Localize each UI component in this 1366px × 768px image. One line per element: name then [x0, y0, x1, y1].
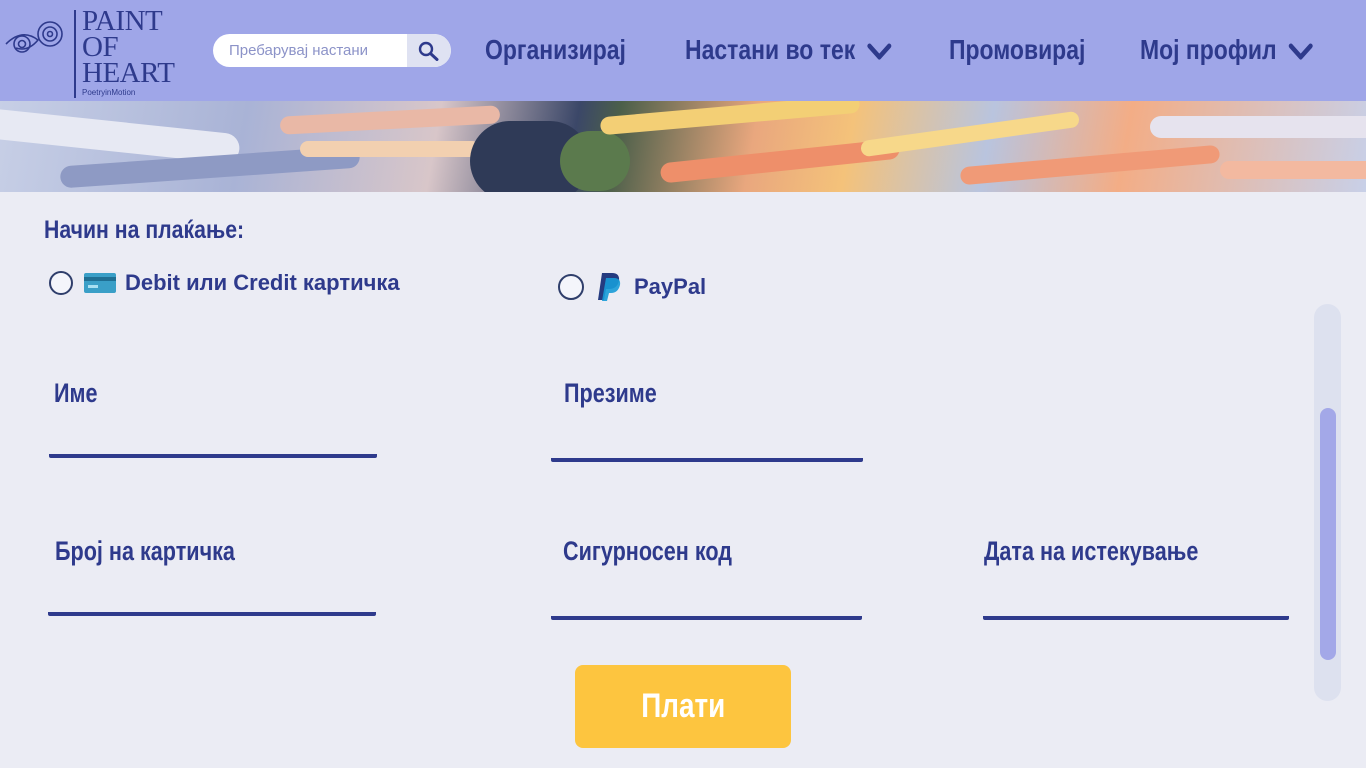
payment-option-paypal[interactable]: PayPal: [558, 272, 706, 302]
radio-paypal[interactable]: [558, 274, 584, 300]
spiral-eye-icon: [5, 21, 63, 53]
logo-wordmark: PAINT OF HEART: [82, 7, 175, 89]
nav-ongoing-events-label: Настани во тек: [685, 34, 856, 65]
paypal-icon: [598, 273, 621, 301]
pay-button[interactable]: Плати: [575, 665, 791, 748]
payment-method-heading: Начин на плаќање:: [44, 216, 245, 244]
nav-organize-label: Организирај: [485, 34, 626, 65]
scrollbar-track[interactable]: [1314, 304, 1341, 701]
pay-button-label: Плати: [640, 687, 726, 725]
chevron-down-icon: [1289, 43, 1313, 60]
nav-my-profile-label: Мој профил: [1140, 34, 1277, 65]
payment-option-card[interactable]: Debit или Credit картичка: [49, 270, 400, 296]
search-bar: [213, 34, 451, 67]
painting-banner: [0, 101, 1366, 192]
payment-option-card-label: Debit или Credit картичка: [125, 270, 400, 295]
radio-card[interactable]: [49, 271, 73, 295]
nav-organize[interactable]: Организирај: [485, 30, 626, 70]
card-number-field[interactable]: [48, 586, 376, 616]
search-icon: [418, 41, 439, 61]
nav-my-profile[interactable]: Мој профил: [1140, 30, 1314, 70]
card-number-label: Број на картичка: [55, 536, 235, 566]
nav-promote[interactable]: Промовирај: [949, 30, 1085, 70]
search-input[interactable]: [213, 34, 407, 67]
last-name-field[interactable]: [551, 432, 863, 462]
top-navbar: PAINT OF HEART PoetryinMotion Организира…: [0, 0, 1366, 101]
security-code-field[interactable]: [551, 590, 862, 620]
last-name-label: Презиме: [564, 378, 657, 408]
first-name-field[interactable]: [49, 428, 377, 458]
first-name-label: Име: [54, 378, 98, 408]
scrollbar-thumb[interactable]: [1320, 408, 1336, 660]
expiry-date-field[interactable]: [983, 590, 1289, 620]
logo[interactable]: PAINT OF HEART PoetryinMotion: [4, 4, 180, 98]
payment-option-paypal-label: PayPal: [634, 274, 707, 299]
chevron-down-icon: [867, 43, 892, 60]
nav-ongoing-events[interactable]: Настани во тек: [685, 30, 893, 70]
expiry-date-label: Дата на истекување: [984, 536, 1199, 566]
logo-divider: [74, 10, 76, 98]
logo-tagline: PoetryinMotion: [82, 88, 136, 97]
nav-promote-label: Промовирај: [949, 34, 1086, 65]
credit-card-icon: [84, 273, 116, 293]
security-code-label: Сигурносен код: [563, 536, 732, 566]
logo-line: HEART: [82, 57, 175, 89]
search-button[interactable]: [407, 34, 451, 67]
